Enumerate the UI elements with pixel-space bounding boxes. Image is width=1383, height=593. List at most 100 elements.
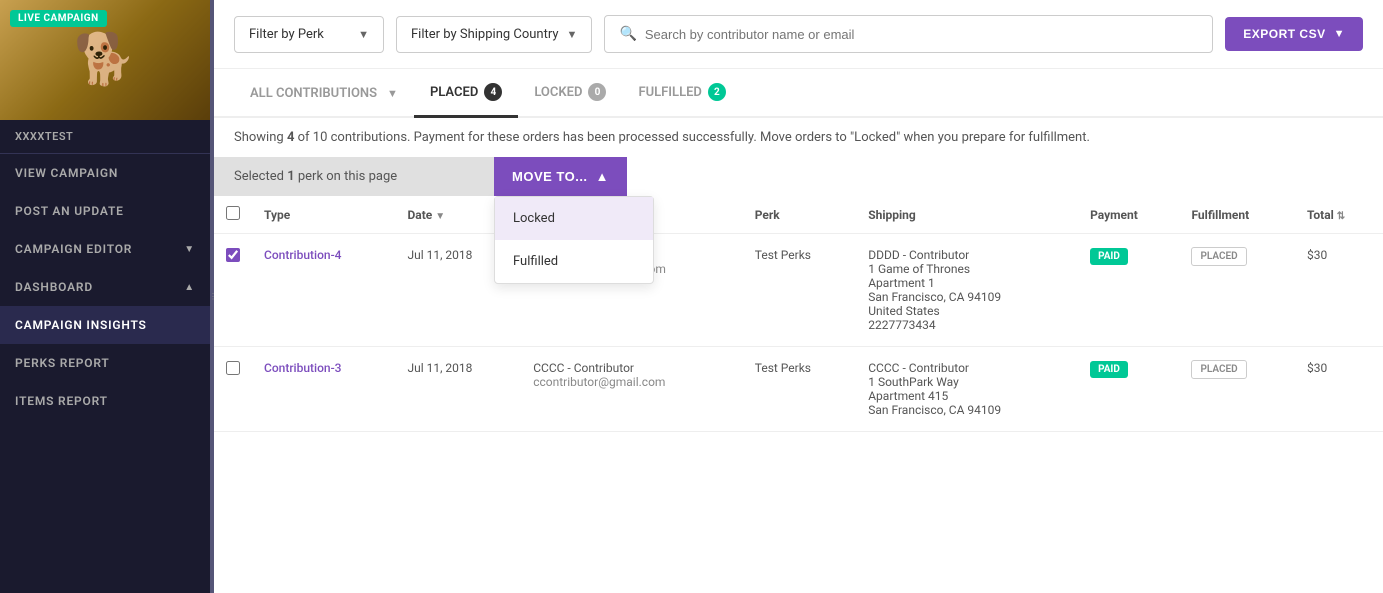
- hero-decoration: 🐕: [74, 31, 136, 89]
- row2-date: Jul 11, 2018: [395, 347, 521, 432]
- tab-all-label: ALL CONTRIBUTIONS: [250, 86, 377, 101]
- sidebar-item-campaign-editor[interactable]: CAMPAIGN EDITOR ▼: [0, 230, 210, 268]
- contributions-table: Type Date ▼ Contributor Perk Shipping Pa…: [214, 196, 1383, 432]
- row1-checkbox-cell: [214, 234, 252, 347]
- row1-payment: PAID: [1078, 234, 1179, 347]
- move-to-label: MOVE TO...: [512, 169, 588, 184]
- row1-shipping-country: United States: [868, 304, 1066, 318]
- info-bar: Showing 4 of 10 contributions. Payment f…: [214, 118, 1383, 157]
- tab-all-contributions[interactable]: ALL CONTRIBUTIONS ▼: [234, 72, 414, 118]
- main-content: Filter by Perk ▼ Filter by Shipping Coun…: [214, 0, 1383, 593]
- sidebar-item-items-report[interactable]: ITEMS REPORT: [0, 382, 210, 420]
- move-to-dropdown: Locked Fulfilled: [494, 196, 654, 284]
- row1-checkbox[interactable]: [226, 248, 240, 262]
- header-checkbox-col: [214, 196, 252, 234]
- row1-shipping-phone: 2227773434: [868, 318, 1066, 332]
- row1-type: Contribution-4: [252, 234, 395, 347]
- row2-total: $30: [1295, 347, 1383, 432]
- row2-shipping-city-state: San Francisco, CA 94109: [868, 403, 1066, 417]
- sort-icon: ▼: [435, 211, 445, 222]
- tab-placed-label: PLACED: [430, 85, 478, 100]
- row2-shipping: CCCC - Contributor 1 SouthPark Way Apart…: [856, 347, 1078, 432]
- row1-total: $30: [1295, 234, 1383, 347]
- chevron-down-icon: ▼: [567, 28, 578, 41]
- export-label: EXPORT CSV: [1243, 27, 1325, 41]
- row1-payment-badge: PAID: [1090, 248, 1128, 265]
- tab-locked[interactable]: LOCKED 0: [518, 69, 622, 118]
- row2-contributor: CCCC - Contributor ccontributor@gmail.co…: [521, 347, 743, 432]
- tab-fulfilled[interactable]: FULFILLED 2: [622, 69, 741, 118]
- top-bar: Filter by Perk ▼ Filter by Shipping Coun…: [214, 0, 1383, 69]
- row2-contribution-link[interactable]: Contribution-3: [264, 361, 341, 375]
- sidebar-item-dashboard[interactable]: DASHBOARD ▲: [0, 268, 210, 306]
- row1-shipping-line2: Apartment 1: [868, 276, 1066, 290]
- row2-perk: Test Perks: [743, 347, 856, 432]
- search-icon: 🔍: [619, 26, 636, 42]
- row2-shipping-line2: Apartment 415: [868, 389, 1066, 403]
- header-shipping: Shipping: [856, 196, 1078, 234]
- row2-fulfillment-badge: PLACED: [1191, 360, 1246, 379]
- header-payment: Payment: [1078, 196, 1179, 234]
- info-text-mid: of 10 contributions. Payment for these o…: [294, 130, 1090, 145]
- sidebar-item-post-update[interactable]: POST AN UPDATE: [0, 192, 210, 230]
- campaign-hero: 🐕 LIVE CAMPAIGN: [0, 0, 210, 120]
- search-input[interactable]: [645, 27, 1198, 42]
- chevron-down-icon: ▼: [1334, 28, 1345, 40]
- row2-shipping-line1: 1 SouthPark Way: [868, 375, 1066, 389]
- row1-shipping-name: DDDD - Contributor: [868, 248, 1066, 262]
- table-row: Contribution-4 Jul 11, 2018 DDDD - Contr…: [214, 234, 1383, 347]
- table-row: Contribution-3 Jul 11, 2018 CCCC - Contr…: [214, 347, 1383, 432]
- tab-fulfilled-label: FULFILLED: [638, 85, 701, 100]
- locked-badge: 0: [588, 83, 606, 101]
- row1-fulfillment: PLACED: [1179, 234, 1294, 347]
- dropdown-item-fulfilled[interactable]: Fulfilled: [495, 240, 653, 283]
- row2-payment: PAID: [1078, 347, 1179, 432]
- header-fulfillment: Fulfillment: [1179, 196, 1294, 234]
- row1-fulfillment-badge: PLACED: [1191, 247, 1246, 266]
- action-bar: Selected 1 perk on this page MOVE TO... …: [214, 157, 1383, 196]
- filter-country-dropdown[interactable]: Filter by Shipping Country ▼: [396, 16, 592, 53]
- sidebar-item-view-campaign[interactable]: VIEW CAMPAIGN: [0, 154, 210, 192]
- sidebar-item-perks-report[interactable]: PERKS REPORT: [0, 344, 210, 382]
- filter-perk-label: Filter by Perk: [249, 27, 324, 42]
- row1-shipping-city-state: San Francisco, CA 94109: [868, 290, 1066, 304]
- row2-contributor-email: ccontributor@gmail.com: [533, 375, 731, 389]
- dropdown-item-locked[interactable]: Locked: [495, 197, 653, 240]
- row2-payment-badge: PAID: [1090, 361, 1128, 378]
- filter-country-label: Filter by Shipping Country: [411, 27, 559, 42]
- tab-placed[interactable]: PLACED 4: [414, 69, 518, 118]
- tab-locked-label: LOCKED: [534, 85, 582, 100]
- sidebar: 🐕 LIVE CAMPAIGN XXXXTEST VIEW CAMPAIGN P…: [0, 0, 210, 593]
- total-sort-icon: ⇅: [1337, 211, 1345, 222]
- header-type: Type: [252, 196, 395, 234]
- row2-checkbox[interactable]: [226, 361, 240, 375]
- filter-perk-dropdown[interactable]: Filter by Perk ▼: [234, 16, 384, 53]
- selected-text-post: perk on this page: [295, 169, 398, 184]
- chevron-up-icon: ▲: [184, 282, 195, 293]
- fulfilled-badge: 2: [708, 83, 726, 101]
- selected-text-pre: Selected: [234, 169, 287, 184]
- row2-checkbox-cell: [214, 347, 252, 432]
- sidebar-item-campaign-insights[interactable]: CAMPAIGN INSIGHTS: [0, 306, 210, 344]
- export-csv-button[interactable]: EXPORT CSV ▼: [1225, 17, 1363, 51]
- row1-perk: Test Perks: [743, 234, 856, 347]
- campaign-name: XXXXTEST: [0, 120, 210, 153]
- header-total[interactable]: Total ⇅: [1295, 196, 1383, 234]
- chevron-down-icon: ▼: [184, 244, 195, 255]
- selected-count: 1: [287, 169, 294, 184]
- tabs-bar: ALL CONTRIBUTIONS ▼ PLACED 4 LOCKED 0 FU…: [214, 69, 1383, 118]
- row2-shipping-name: CCCC - Contributor: [868, 361, 1066, 375]
- row1-contribution-link[interactable]: Contribution-4: [264, 248, 341, 262]
- row1-shipping: DDDD - Contributor 1 Game of Thrones Apa…: [856, 234, 1078, 347]
- live-badge: LIVE CAMPAIGN: [10, 10, 107, 27]
- search-box[interactable]: 🔍: [604, 15, 1213, 53]
- header-perk: Perk: [743, 196, 856, 234]
- row2-type: Contribution-3: [252, 347, 395, 432]
- placed-badge: 4: [484, 83, 502, 101]
- move-to-button[interactable]: MOVE TO... ▲: [494, 157, 627, 196]
- select-all-checkbox[interactable]: [226, 206, 240, 220]
- table-area: Selected 1 perk on this page MOVE TO... …: [214, 157, 1383, 593]
- info-text-pre: Showing: [234, 130, 287, 145]
- row2-contributor-name: CCCC - Contributor: [533, 361, 731, 375]
- row1-shipping-line1: 1 Game of Thrones: [868, 262, 1066, 276]
